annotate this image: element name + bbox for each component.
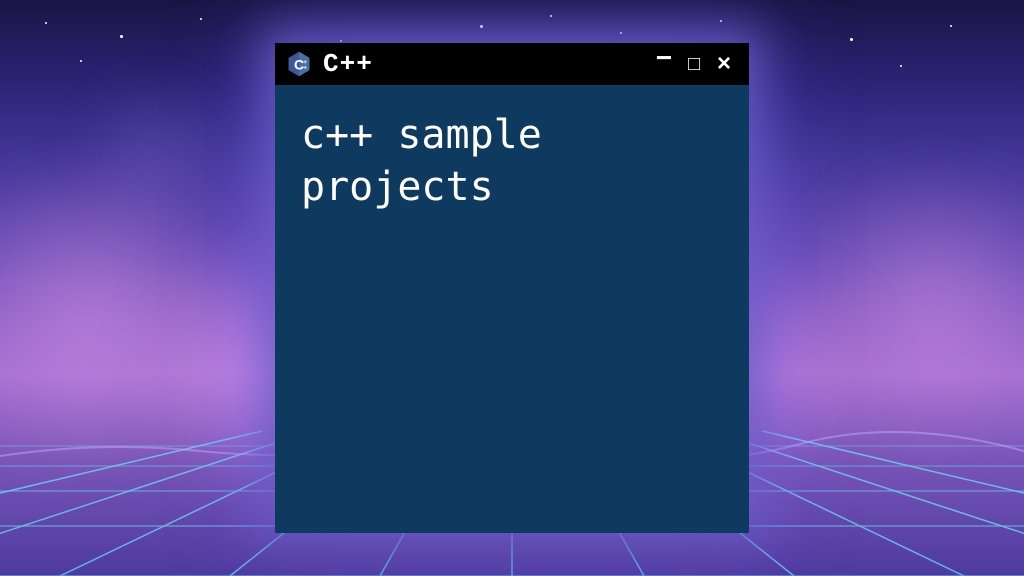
terminal-text: c++ sample projects [301, 109, 723, 213]
maximize-button[interactable]: □ [679, 54, 709, 74]
window-title: C++ [323, 49, 639, 79]
minimize-button[interactable]: − [649, 44, 679, 72]
terminal-window: C + + C++ − □ × c++ sample projects [275, 43, 749, 533]
window-titlebar[interactable]: C + + C++ − □ × [275, 43, 749, 85]
terminal-body[interactable]: c++ sample projects [275, 85, 749, 533]
close-button[interactable]: × [709, 52, 739, 76]
cpp-logo-icon: C + + [285, 50, 313, 78]
window-controls: − □ × [649, 50, 739, 78]
svg-text:+: + [303, 64, 307, 71]
